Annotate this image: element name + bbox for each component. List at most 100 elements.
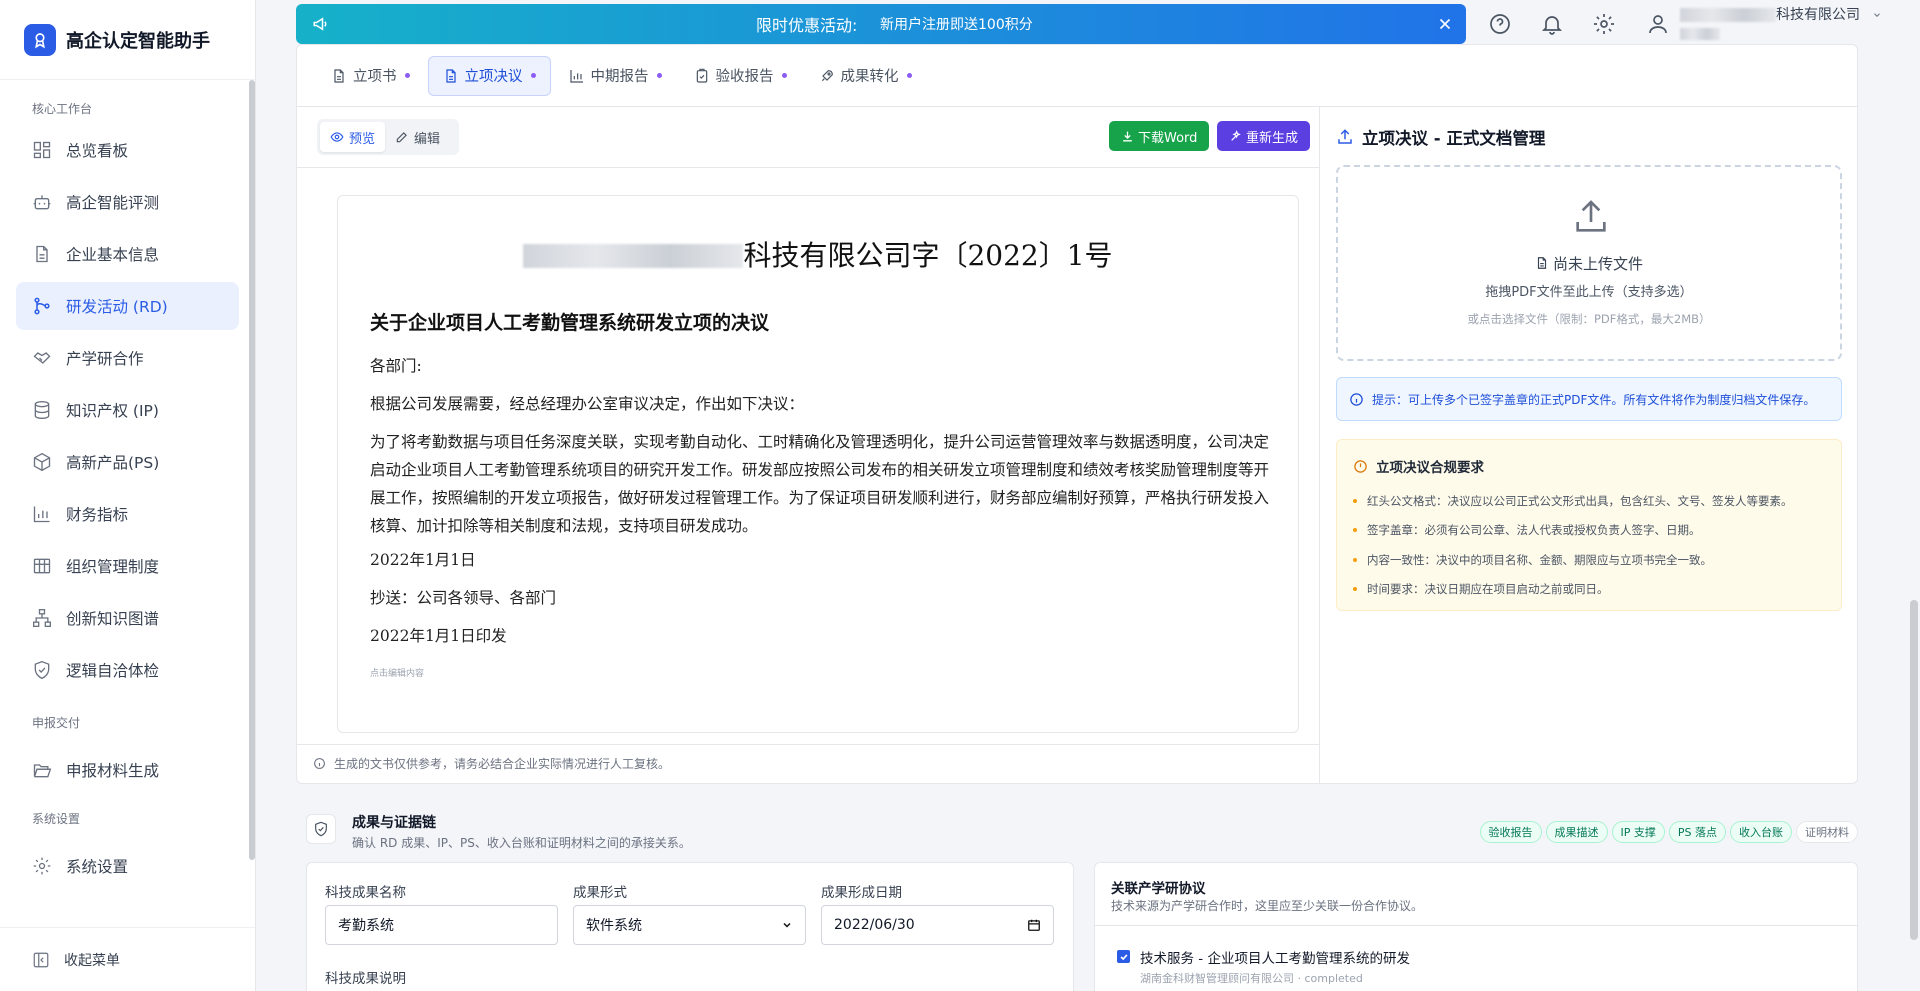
folder-open-icon — [33, 764, 52, 778]
sidebar-item-cooperation[interactable]: 产学研合作 — [16, 334, 239, 382]
chip-proof[interactable]: 证明材料 — [1796, 821, 1858, 843]
tip-text: 提示：可上传多个已签字盖章的正式PDF文件。所有文件将作为制度归档文件保存。 — [1372, 392, 1816, 407]
achievement-form-select[interactable]: 软件系统 — [573, 905, 806, 945]
agreement-title: 关联产学研协议 — [1111, 881, 1206, 897]
pencil-icon — [396, 132, 407, 143]
chip-ip[interactable]: IP 支撑 — [1611, 821, 1665, 843]
download-icon — [1123, 131, 1132, 141]
sidebar-item-label: 研发活动 (RD) — [66, 298, 168, 316]
app-title: 高企认定智能助手 — [66, 30, 210, 52]
achievement-name-input[interactable]: 考勤系统 — [325, 905, 558, 945]
chip-income[interactable]: 收入台账 — [1730, 821, 1792, 843]
chip-description[interactable]: 成果描述 — [1545, 821, 1608, 843]
agreement-subtitle: 技术来源为产学研合作时，这里应至少关联一份合作协议。 — [1111, 899, 1424, 913]
document-intro: 根据公司发展需要，经总经理办公室审议决定，作出如下决议： — [370, 395, 805, 413]
upload-dropzone[interactable]: 尚未上传文件 拖拽PDF文件至此上传（支持多选） 或点击选择文件（限制：PDF格… — [1336, 165, 1842, 361]
requirement-text: 时间要求：决议日期应在项目启动之前或同日。 — [1367, 582, 1609, 597]
sidebar-item-label: 产学研合作 — [66, 350, 144, 368]
tab-acceptance[interactable]: 验收报告 — [680, 56, 801, 96]
user-menu[interactable]: 科技有限公司 — [1680, 4, 1882, 44]
shield-check-icon — [315, 821, 327, 837]
calendar-icon[interactable] — [1027, 918, 1041, 932]
sidebar: 高企认定智能助手 核心工作台 总览看板 高企智能评测 企业基本信息 研发活动 (… — [0, 0, 256, 991]
gear-icon — [33, 857, 51, 875]
bot-icon — [33, 195, 51, 210]
edit-toggle[interactable]: 编辑 — [385, 122, 450, 152]
upload-click-text[interactable]: 或点击选择文件（限制：PDF格式，最大2MB） — [1338, 311, 1840, 327]
main-scrollbar[interactable] — [1910, 600, 1918, 940]
chevron-down-icon — [1872, 10, 1882, 20]
close-icon[interactable] — [1436, 15, 1454, 33]
panel-title-text: 立项决议 - 正式文档管理 — [1362, 129, 1546, 148]
chip-ps[interactable]: PS 落点 — [1668, 821, 1726, 843]
tab-resolution[interactable]: 立项决议 — [427, 55, 551, 96]
sidebar-item-label: 申报材料生成 — [66, 762, 160, 780]
redacted-text — [1680, 28, 1720, 40]
panel-title: 立项决议 - 正式文档管理 — [1336, 125, 1545, 149]
file-text-icon — [36, 245, 48, 263]
document-date: 2022年1月1日 — [370, 551, 476, 569]
regenerate-button[interactable]: 重新生成 — [1217, 121, 1311, 151]
compliance-requirements: 立项决议合规要求 红头公文格式：决议应以公司正式公文形式出具，包含红头、文号、签… — [1336, 439, 1842, 611]
sidebar-scrollbar[interactable] — [249, 80, 255, 900]
select-value: 软件系统 — [586, 918, 642, 934]
redacted-text — [523, 244, 744, 268]
sidebar-item-materials[interactable]: 申报材料生成 — [16, 746, 239, 794]
git-branch-icon — [34, 297, 50, 315]
requirement-text: 红头公文格式：决议应以公司正式公文形式出具，包含红头、文号、签发人等要素。 — [1367, 493, 1793, 508]
user-icon[interactable] — [1646, 12, 1670, 36]
sidebar-item-label: 组织管理制度 — [66, 558, 160, 576]
chart-icon — [569, 69, 583, 83]
editor-pane: 预览 编辑 下载Word 重新生成 科技有限公司字〔2022〕1号 关于企业项目… — [297, 107, 1320, 784]
tab-label: 成果转化 — [840, 69, 899, 85]
chip-acceptance[interactable]: 验收报告 — [1479, 821, 1542, 843]
document-printed: 2022年1月1日印发 — [370, 627, 507, 645]
document-icon — [1535, 255, 1549, 271]
collapse-menu-button[interactable]: 收起菜单 — [0, 927, 255, 991]
clipboard-icon — [696, 68, 707, 83]
sidebar-item-label: 企业基本信息 — [66, 246, 160, 264]
upload-drag-text: 拖拽PDF文件至此上传（支持多选） — [1485, 285, 1693, 300]
sidebar-item-company-info[interactable]: 企业基本信息 — [16, 230, 239, 278]
sidebar-item-label: 系统设置 — [66, 858, 129, 876]
promo-banner: 限时优惠活动: 新用户注册即送100积分 — [296, 4, 1466, 44]
sidebar-item-rd[interactable]: 研发活动 (RD) — [16, 282, 239, 330]
achievement-date-input[interactable]: 2022/06/30 — [821, 905, 1054, 945]
sidebar-item-settings[interactable]: 系统设置 — [16, 842, 239, 890]
input-value: 考勤系统 — [338, 918, 394, 934]
package-icon — [33, 452, 51, 472]
sidebar-item-check[interactable]: 逻辑自洽体检 — [16, 646, 239, 694]
bell-icon[interactable] — [1540, 12, 1564, 36]
requirements-list: 红头公文格式：决议应以公司正式公文形式出具，包含红头、文号、签发人等要素。 签字… — [1353, 486, 1793, 604]
sidebar-item-org[interactable]: 组织管理制度 — [16, 542, 239, 590]
sidebar-item-graph[interactable]: 创新知识图谱 — [16, 594, 239, 642]
edit-hint: 点击编辑内容 — [370, 669, 425, 679]
sidebar-item-assessment[interactable]: 高企智能评测 — [16, 178, 239, 226]
sidebar-item-dashboard[interactable]: 总览看板 — [16, 126, 239, 174]
help-icon[interactable] — [1488, 12, 1512, 36]
document-preview[interactable]: 科技有限公司字〔2022〕1号 关于企业项目人工考勤管理系统研发立项的决议 各部… — [337, 195, 1299, 733]
agreement-meta: 湖南金科财智管理顾问有限公司 · completed — [1140, 972, 1363, 985]
sidebar-item-ip[interactable]: 知识产权 (IP) — [16, 386, 239, 434]
agreement-name: 技术服务 - 企业项目人工考勤管理系统的研发 — [1140, 951, 1410, 967]
tab-proposal[interactable]: 立项书 — [317, 56, 424, 96]
upload-icon — [1338, 129, 1352, 144]
form-label: 成果形式 — [573, 885, 627, 901]
achievement-form: 科技成果名称 成果形式 成果形成日期 考勤系统 软件系统 2022/06/30 … — [306, 862, 1074, 991]
sidebar-item-products[interactable]: 高新产品(PS) — [16, 438, 239, 486]
tab-transfer[interactable]: 成果转化 — [805, 56, 926, 96]
agreement-checkbox[interactable] — [1117, 950, 1130, 963]
download-word-button[interactable]: 下载Word — [1109, 121, 1210, 151]
doc-icon — [334, 68, 344, 83]
evidence-subtitle: 确认 RD 成果、IP、PS、收入台账和证明材料之间的承接关系。 — [352, 836, 691, 850]
input-value: 2022/06/30 — [834, 917, 915, 933]
brand: 高企认定智能助手 — [0, 0, 255, 80]
preview-toggle[interactable]: 预览 — [320, 122, 386, 152]
tab-midterm[interactable]: 中期报告 — [555, 56, 676, 96]
upload-status: 尚未上传文件 — [1338, 253, 1840, 274]
evidence-chips: 验收报告 成果描述 IP 支撑 PS 落点 收入台账 证明材料 — [1476, 821, 1858, 843]
sidebar-item-finance[interactable]: 财务指标 — [16, 490, 239, 538]
banner-title: 限时优惠活动: — [756, 16, 858, 35]
banner-text: 新用户注册即送100积分 — [880, 17, 1033, 33]
gear-icon[interactable] — [1592, 12, 1616, 36]
